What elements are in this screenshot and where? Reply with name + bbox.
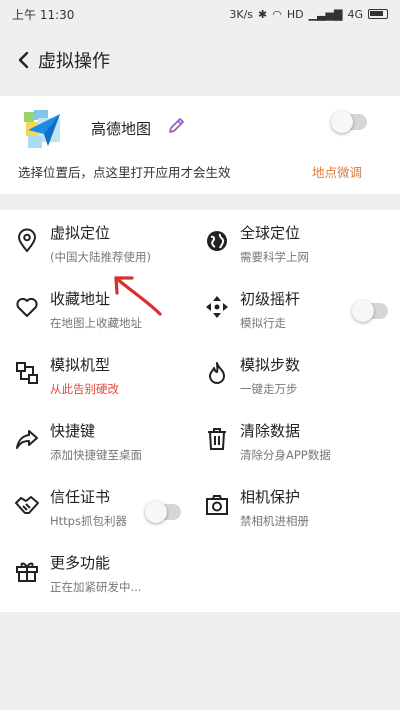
handshake-icon [14, 492, 40, 518]
feature-subtitle: 清除分身APP数据 [240, 448, 331, 462]
feature-subtitle: 正在加紧研发中... [50, 580, 142, 594]
certificate-toggle[interactable] [145, 501, 181, 523]
feature-subtitle: 模拟行走 [240, 316, 286, 330]
status-bar: 上午 11:30 3K/s ✱ ◠ HD ▁▃▅▇ 4G [0, 0, 400, 28]
hd-badge: HD [286, 7, 304, 21]
feature-title: 信任证书 [50, 488, 111, 506]
feature-subtitle: 添加快捷键至桌面 [50, 448, 142, 462]
location-pin-icon [14, 228, 40, 254]
feature-title: 更多功能 [50, 554, 111, 572]
feature-title: 初级摇杆 [240, 290, 301, 308]
amap-logo [22, 108, 66, 152]
network-speed: 3K/s [229, 7, 254, 21]
feature-virtual-location[interactable]: 虚拟定位 (中国大陆推荐使用) [0, 210, 200, 276]
network-type: 4G [347, 7, 363, 21]
feature-camera-protection[interactable]: 相机保护 禁相机进相册 [190, 474, 390, 540]
app-toggle[interactable] [331, 111, 367, 133]
feature-subtitle: 从此告别硬改 [50, 382, 119, 396]
feature-title: 清除数据 [240, 422, 301, 440]
feature-subtitle: 需要科学上网 [240, 250, 309, 264]
battery-icon [368, 9, 388, 19]
pencil-icon[interactable] [166, 116, 186, 136]
feature-subtitle: 禁相机进相册 [240, 514, 309, 528]
feature-shortcut[interactable]: 快捷键 添加快捷键至桌面 [0, 408, 200, 474]
app-name: 高德地图 [91, 120, 152, 138]
signal-icon: ▁▃▅▇ [308, 7, 343, 21]
feature-title: 模拟步数 [240, 356, 301, 374]
status-icons: 3K/s ✱ ◠ HD ▁▃▅▇ 4G [229, 8, 388, 21]
status-time: 上午 11:30 [12, 7, 75, 22]
gift-icon [14, 558, 40, 584]
feature-subtitle: 一键走万步 [240, 382, 298, 396]
page-header: 虚拟操作 [0, 38, 400, 82]
app-hint[interactable]: 选择位置后，点这里打开应用才会生效 [18, 162, 231, 181]
feature-subtitle: 在地图上收藏地址 [50, 316, 142, 330]
feature-title: 快捷键 [50, 422, 96, 440]
feature-grid: 虚拟定位 (中国大陆推荐使用) 全球定位 需要科学上网 收藏地址 在地图上收藏地… [0, 210, 400, 612]
page-title: 虚拟操作 [38, 51, 110, 72]
fine-tune-link[interactable]: 地点微调 [312, 162, 362, 181]
wifi-icon: ◠ [272, 7, 282, 21]
bluetooth-icon: ✱ [258, 7, 268, 21]
feature-saved-addresses[interactable]: 收藏地址 在地图上收藏地址 [0, 276, 200, 342]
globe-icon [204, 228, 230, 254]
feature-step-simulation[interactable]: 模拟步数 一键走万步 [190, 342, 390, 408]
heart-icon [14, 294, 40, 320]
back-arrow-icon[interactable] [14, 50, 34, 70]
joystick-arrows-icon [204, 294, 230, 320]
feature-title: 模拟机型 [50, 356, 111, 374]
toggle-knob [331, 111, 353, 133]
feature-subtitle: (中国大陆推荐使用) [50, 250, 151, 264]
device-model-icon [14, 360, 40, 386]
feature-global-location[interactable]: 全球定位 需要科学上网 [190, 210, 390, 276]
feature-title: 收藏地址 [50, 290, 111, 308]
feature-title: 虚拟定位 [50, 224, 111, 242]
toggle-knob [145, 501, 167, 523]
joystick-toggle[interactable] [352, 300, 388, 322]
toggle-knob [352, 300, 374, 322]
feature-clear-data[interactable]: 清除数据 清除分身APP数据 [190, 408, 390, 474]
feature-more[interactable]: 更多功能 正在加紧研发中... [0, 540, 200, 606]
feature-title: 全球定位 [240, 224, 301, 242]
feature-device-model[interactable]: 模拟机型 从此告别硬改 [0, 342, 200, 408]
share-arrow-icon [14, 426, 40, 452]
camera-icon [204, 492, 230, 518]
selected-app-card: 高德地图 选择位置后，点这里打开应用才会生效 地点微调 [0, 96, 400, 194]
feature-subtitle: Https抓包利器 [50, 514, 127, 528]
feature-title: 相机保护 [240, 488, 301, 506]
flame-icon [204, 360, 230, 386]
trash-icon [204, 426, 230, 452]
